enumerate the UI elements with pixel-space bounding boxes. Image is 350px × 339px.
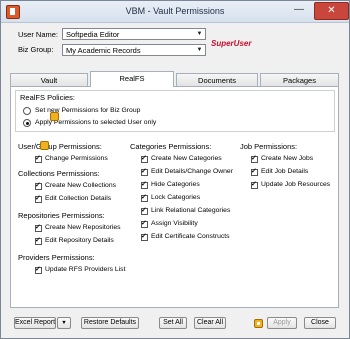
chevron-down-icon: ▼ <box>196 31 203 37</box>
checkbox-label: Lock Categories <box>151 194 201 201</box>
providers-permissions-title: Providers Permissions: <box>18 253 95 262</box>
realfs-policies-title: RealFS Policies: <box>20 93 76 102</box>
checkbox-label: Edit Collection Details <box>45 195 112 202</box>
checkbox-edit-job-details[interactable] <box>251 167 258 176</box>
user-name-label: User Name: <box>18 30 59 39</box>
cursor-badge-icon <box>40 141 49 150</box>
user-name-value: Softpedia Editor <box>66 30 120 39</box>
biz-group-select[interactable]: My Academic Records ▼ <box>62 44 206 56</box>
vault-permissions-window: VBM - Vault Permissions — ✕ User Name: S… <box>0 0 350 339</box>
checkbox-create-new-collections[interactable] <box>35 181 42 190</box>
checkbox-label: Edit Details/Change Owner <box>151 168 233 175</box>
checkbox-edit-repository-details[interactable] <box>35 236 42 245</box>
checkbox-link-relational-categories[interactable] <box>141 206 148 215</box>
close-button[interactable]: Close <box>304 317 336 329</box>
apply-icon <box>254 319 263 328</box>
restore-defaults-button[interactable]: Restore Defaults <box>81 317 139 329</box>
collections-permissions-title: Collections Permissions: <box>18 169 100 178</box>
realfs-panel: RealFS Policies: Set new Permissions for… <box>10 86 339 308</box>
repositories-permissions-title: Repositories Permissions: <box>18 211 105 220</box>
close-window-button[interactable]: ✕ <box>314 2 349 20</box>
biz-group-label: Biz Group: <box>18 45 54 54</box>
checkbox-label: Edit Job Details <box>261 168 309 175</box>
checkbox-create-new-jobs[interactable] <box>251 154 258 163</box>
clear-all-button[interactable]: Clear All <box>194 317 226 329</box>
checkbox-label: Edit Repository Details <box>45 237 114 244</box>
tab-strip: Vault RealFS Documents Packages <box>10 71 339 87</box>
checkbox-label: Create New Categories <box>151 155 222 162</box>
cursor-badge-icon <box>50 112 59 121</box>
chevron-down-icon: ▼ <box>196 47 203 53</box>
checkbox-edit-certificate-constructs[interactable] <box>141 232 148 241</box>
checkbox-label: Update RFS Providers List <box>45 266 126 273</box>
set-all-button[interactable]: Set All <box>159 317 187 329</box>
minimize-button[interactable]: — <box>287 2 311 18</box>
user-group-permissions-title: User/Group Permissions: <box>18 142 102 151</box>
realfs-policies-group: RealFS Policies: Set new Permissions for… <box>15 90 335 132</box>
categories-permissions-title: Categories Permissions: <box>130 142 212 151</box>
checkbox-update-rfs-providers[interactable] <box>35 265 42 274</box>
checkbox-update-job-resources[interactable] <box>251 180 258 189</box>
checkbox-hide-categories[interactable] <box>141 180 148 189</box>
checkbox-change-permissions[interactable] <box>35 154 42 163</box>
checkbox-label: Update Job Resources <box>261 181 331 188</box>
checkbox-edit-details-change-owner[interactable] <box>141 167 148 176</box>
checkbox-assign-visibility[interactable] <box>141 219 148 228</box>
checkbox-edit-collection-details[interactable] <box>35 194 42 203</box>
checkbox-label: Hide Categories <box>151 181 200 188</box>
biz-group-value: My Academic Records <box>66 46 141 55</box>
tab-realfs[interactable]: RealFS <box>90 71 174 87</box>
checkbox-lock-categories[interactable] <box>141 193 148 202</box>
checkbox-label: Create New Jobs <box>261 155 314 162</box>
tab-vault[interactable]: Vault <box>10 73 88 86</box>
title-bar: VBM - Vault Permissions — ✕ <box>1 1 349 23</box>
superuser-badge: SuperUser <box>211 39 252 48</box>
checkbox-create-new-categories[interactable] <box>141 154 148 163</box>
checkbox-label: Change Permissions <box>45 155 108 162</box>
checkbox-label: Create New Collections <box>45 182 117 189</box>
checkbox-create-new-repositories[interactable] <box>35 223 42 232</box>
user-name-select[interactable]: Softpedia Editor ▼ <box>62 28 206 40</box>
checkbox-label: Assign Visibility <box>151 220 198 227</box>
apply-button[interactable]: Apply <box>267 317 297 329</box>
tab-documents[interactable]: Documents <box>176 73 258 86</box>
checkbox-label: Link Relational Categories <box>151 207 231 214</box>
radio-apply-selected-user[interactable] <box>23 119 31 127</box>
checkbox-label: Edit Certificate Constructs <box>151 233 230 240</box>
tab-packages[interactable]: Packages <box>260 73 339 86</box>
radio-set-for-biz-group[interactable] <box>23 107 31 115</box>
job-permissions-title: Job Permissions: <box>240 142 298 151</box>
excel-report-button[interactable]: Excel Report <box>14 317 56 329</box>
checkbox-label: Create New Repositories <box>45 224 121 231</box>
excel-report-dropdown[interactable]: ▼ <box>57 317 71 329</box>
